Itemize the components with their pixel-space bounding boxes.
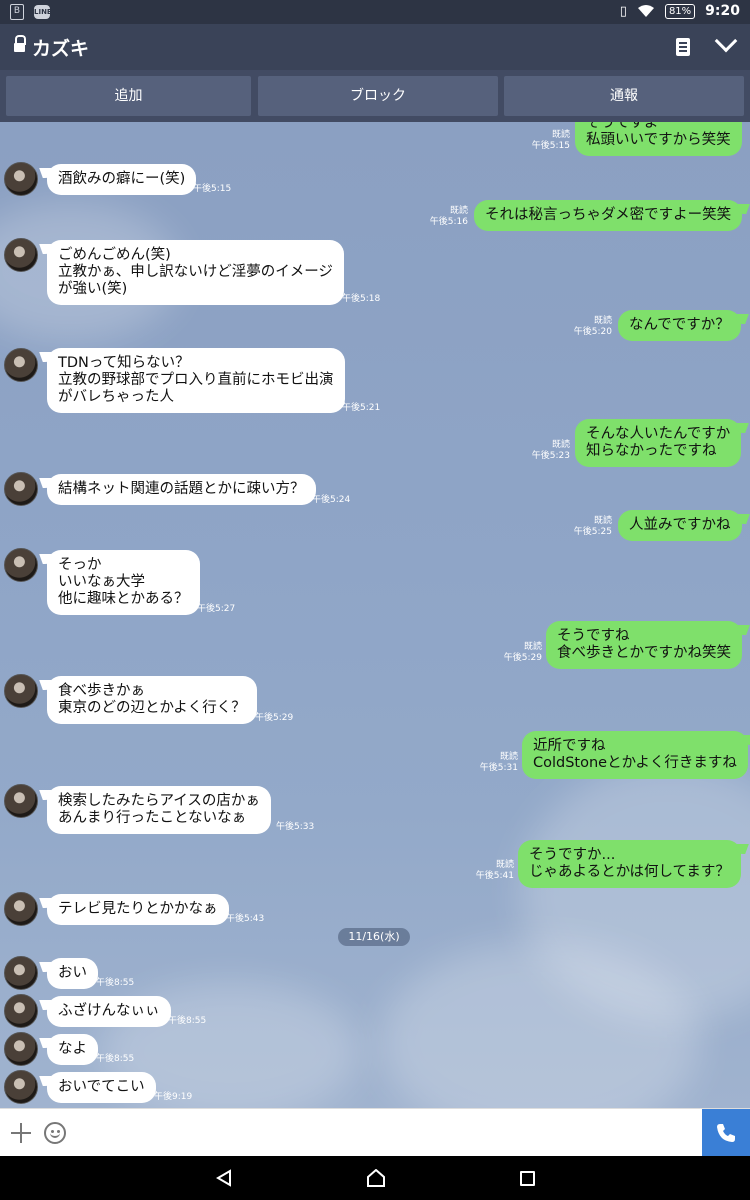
add-friend-button[interactable]: 追加 [6,76,251,116]
chat-messages[interactable]: 既読 午後5:15 そうですよー 私頭いいですから笑笑 酒飲みの癖にー(笑) 午… [0,122,750,1108]
message-bubble-outgoing[interactable]: そうですね 食べ歩きとかですかね笑笑 [546,621,742,669]
avatar[interactable] [4,892,38,926]
avatar[interactable] [4,548,38,582]
chat-header: カズキ [0,24,750,70]
battery-indicator: 81% [664,3,696,19]
message-bubble-incoming[interactable]: なよ [47,1034,98,1065]
plus-icon[interactable] [10,1122,32,1144]
message-time: 午後5:31 [479,763,518,773]
message-meta: 既読 午後5:23 [530,440,570,462]
message-time: 午後5:29 [255,713,294,723]
avatar[interactable] [4,956,38,990]
avatar[interactable] [4,674,38,708]
message-time: 午後5:20 [573,327,612,337]
read-receipt: 既読 [495,860,514,870]
action-bar: 追加 ブロック 通報 [0,70,750,122]
read-receipt: 既読 [551,440,570,450]
message-time: 午後8:55 [168,1016,207,1026]
notification-icon: B [10,4,24,20]
message-bubble-incoming[interactable]: ごめんごめん(笑) 立教かぁ、申し訳ないけど淫夢のイメージ が強い(笑) [47,240,344,305]
message-bubble-outgoing[interactable]: そうですよー 私頭いいですから笑笑 [575,122,742,156]
message-meta: 既読 午後5:20 [572,316,612,338]
message-bubble-incoming[interactable]: テレビ見たりとかかなぁ [47,894,229,925]
message-bubble-incoming[interactable]: おいでてこい [47,1072,156,1103]
message-time: 午後5:16 [429,217,468,227]
read-receipt: 既読 [593,316,612,326]
read-receipt: 既読 [449,206,468,216]
chevron-down-icon[interactable] [714,29,738,53]
message-bubble-incoming[interactable]: そっか いいなぁ大学 他に趣味とかある？ [47,550,200,615]
message-time: 午後8:55 [96,1054,135,1064]
block-button[interactable]: ブロック [258,76,498,116]
lock-icon [14,35,26,53]
read-receipt: 既読 [593,516,612,526]
avatar[interactable] [4,784,38,818]
message-time: 午後5:43 [226,914,265,924]
read-receipt: 既読 [551,130,570,140]
message-meta: 既読 午後5:25 [572,516,612,538]
avatar[interactable] [4,994,38,1028]
message-time: 午後5:18 [342,294,381,304]
message-bubble-incoming[interactable]: おい [47,958,98,989]
notes-icon[interactable] [676,38,690,56]
message-bubble-incoming[interactable]: 酒飲みの癖にー(笑) [47,164,197,195]
message-time: 午後5:29 [503,653,542,663]
avatar[interactable] [4,1070,38,1104]
message-meta: 既読 午後5:41 [472,860,514,882]
message-bubble-outgoing[interactable]: 人並みですかね [618,510,742,541]
clock: 9:20 [705,3,740,19]
message-time: 午後5:41 [475,871,514,881]
back-icon[interactable] [215,1169,233,1187]
message-meta: 既読 午後5:31 [476,752,518,774]
avatar[interactable] [4,472,38,506]
message-meta: 既読 午後5:16 [428,206,468,228]
message-bubble-incoming[interactable]: 検索したみたらアイスの店かぁ あんまり行ったことないなぁ [47,786,271,834]
message-bubble-incoming[interactable]: ふざけんなぃぃ [47,996,171,1027]
chat-title: カズキ [32,38,90,60]
message-time: 午後5:23 [531,451,570,461]
message-time: 午後9:19 [154,1092,193,1102]
call-button[interactable] [702,1109,750,1157]
message-bubble-outgoing[interactable]: それは秘言っちゃダメ密ですよー笑笑 [474,200,743,231]
date-separator: 11/16(水) [338,928,410,946]
message-time: 午後5:27 [197,604,236,614]
phone-icon [717,1124,735,1142]
wifi-icon [637,5,654,17]
message-input[interactable] [76,1115,696,1151]
message-time: 午後5:15 [531,141,570,151]
message-time: 午後5:25 [573,527,612,537]
line-app-icon: LINE [34,5,52,19]
message-bubble-incoming[interactable]: 食べ歩きかぁ 東京のどの辺とかよく行く？ [47,676,257,724]
message-time: 午後8:55 [96,978,135,988]
message-bubble-outgoing[interactable]: そうですか... じゃあよるとかは何してます？ [518,840,741,888]
message-time: 午後5:33 [276,822,315,832]
avatar[interactable] [4,238,38,272]
status-bar: B LINE ▯ 81% 9:20 [0,0,750,24]
system-nav-bar [0,1156,750,1200]
message-bubble-incoming[interactable]: TDNって知らない？ 立教の野球部でプロ入り直前にホモビ出演 がバレちゃった人 [47,348,345,413]
message-bubble-outgoing[interactable]: そんな人いたんですか 知らなかったですね [575,419,742,467]
emoji-icon[interactable] [44,1122,66,1144]
message-meta: 既読 午後5:29 [500,642,542,664]
message-bubble-incoming[interactable]: 結構ネット関連の話題とかに疎い方？ [47,474,316,505]
avatar[interactable] [4,348,38,382]
vibrate-icon: ▯ [619,3,627,19]
message-time: 午後5:24 [312,495,351,505]
avatar[interactable] [4,162,38,196]
avatar[interactable] [4,1032,38,1066]
message-meta: 既読 午後5:15 [530,130,570,152]
recent-apps-icon[interactable] [520,1171,535,1186]
report-button[interactable]: 通報 [504,76,744,116]
message-bubble-outgoing[interactable]: なんでですか？ [618,310,741,341]
message-time: 午後5:21 [342,403,381,413]
message-time: 午後5:15 [193,184,232,194]
read-receipt: 既読 [499,752,518,762]
home-icon[interactable] [366,1169,386,1187]
read-receipt: 既読 [523,642,542,652]
message-input-bar [0,1108,750,1157]
message-bubble-outgoing[interactable]: 近所ですね ColdStoneとかよく行きますね [522,731,748,779]
